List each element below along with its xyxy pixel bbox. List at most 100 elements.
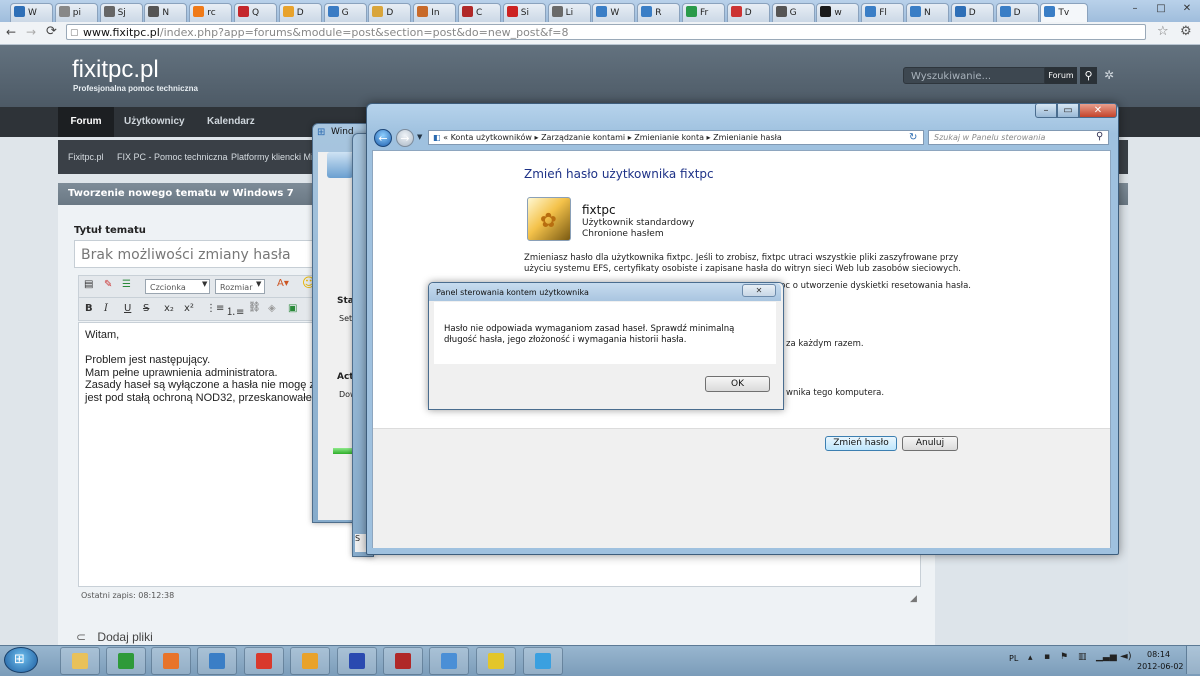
- source-icon[interactable]: ▤: [84, 279, 93, 290]
- breadcrumb-item[interactable]: Platformy kliencki Mic: [231, 140, 318, 174]
- maximize-icon[interactable]: ▭: [1057, 103, 1079, 118]
- action-center-icon[interactable]: ⚑: [1060, 652, 1068, 662]
- image-icon[interactable]: ▣: [288, 303, 297, 314]
- nav-forum[interactable]: Forum: [58, 107, 114, 137]
- forward-icon[interactable]: →: [396, 129, 414, 147]
- browser-tab[interactable]: D: [726, 3, 770, 22]
- superscript-icon[interactable]: x²: [184, 303, 194, 314]
- strikethrough-icon[interactable]: S: [143, 303, 149, 314]
- browser-tab[interactable]: W: [10, 3, 53, 22]
- eraser-icon[interactable]: ✎: [104, 279, 112, 290]
- bullet-list-icon[interactable]: ⋮≡: [206, 303, 224, 314]
- browser-tab[interactable]: G: [771, 3, 815, 22]
- browser-tab[interactable]: G: [323, 3, 367, 22]
- tray-expand-icon[interactable]: ▴: [1028, 653, 1033, 663]
- start-button[interactable]: ⊞: [4, 647, 38, 673]
- cp-breadcrumb-item[interactable]: Konta użytkowników: [451, 133, 532, 142]
- reload-icon[interactable]: ⟳: [46, 24, 57, 39]
- browser-tab[interactable]: Q: [234, 3, 277, 22]
- forward-icon[interactable]: →: [26, 25, 36, 39]
- nav-users[interactable]: Użytkownicy: [124, 107, 185, 137]
- browser-tab[interactable]: R: [637, 3, 681, 22]
- browser-tab[interactable]: C: [458, 3, 501, 22]
- maximize-icon[interactable]: □: [1148, 0, 1174, 17]
- taskbar-button[interactable]: [106, 647, 146, 675]
- bookmark-star-icon[interactable]: ☆: [1157, 24, 1169, 39]
- show-desktop-button[interactable]: [1186, 646, 1200, 674]
- taskbar-button[interactable]: [383, 647, 423, 675]
- browser-tab[interactable]: Fr: [682, 3, 725, 22]
- tray-icon[interactable]: ▪: [1044, 652, 1050, 662]
- browser-tab[interactable]: Fl: [861, 3, 905, 22]
- search-icon[interactable]: ⚲: [1096, 131, 1103, 142]
- browser-tab[interactable]: N: [906, 3, 949, 22]
- browser-tab[interactable]: Sj: [99, 3, 143, 22]
- address-bar[interactable]: ▢ www.fixitpc.pl/index.php?app=forums&mo…: [66, 24, 1146, 40]
- browser-tab[interactable]: Tv: [1040, 3, 1089, 22]
- underline-icon[interactable]: U: [124, 303, 131, 314]
- minimize-icon[interactable]: –: [1035, 103, 1057, 118]
- site-search-input[interactable]: Wyszukiwanie...: [903, 67, 1045, 84]
- bold-icon[interactable]: B: [85, 303, 93, 314]
- taskbar-button[interactable]: [290, 647, 330, 675]
- subscript-icon[interactable]: x₂: [164, 303, 174, 314]
- browser-tab[interactable]: D: [368, 3, 412, 22]
- browser-tab[interactable]: pi: [54, 3, 98, 22]
- breadcrumb-item[interactable]: FIX PC - Pomoc techniczna: [117, 140, 228, 174]
- volume-icon[interactable]: ◄): [1120, 651, 1132, 662]
- ok-button[interactable]: OK: [705, 376, 770, 392]
- link-icon[interactable]: ⛓: [248, 302, 261, 313]
- browser-tab[interactable]: In: [413, 3, 457, 22]
- italic-icon[interactable]: I: [104, 303, 108, 314]
- browser-tab[interactable]: Li: [547, 3, 591, 22]
- list-icon[interactable]: ☰: [122, 279, 131, 290]
- browser-tab[interactable]: rc: [189, 3, 233, 22]
- control-panel-address-bar[interactable]: ◧ « Konta użytkowników ▸ Zarządzanie kon…: [428, 130, 924, 145]
- minimize-icon[interactable]: –: [1122, 0, 1148, 17]
- cp-breadcrumb-item[interactable]: Zarządzanie kontami: [541, 133, 625, 142]
- back-icon[interactable]: ←: [374, 129, 392, 147]
- control-panel-search[interactable]: Szukaj w Panelu sterowania: [928, 130, 1109, 145]
- cancel-button[interactable]: Anuluj: [902, 436, 958, 451]
- refresh-icon[interactable]: ↻: [909, 132, 917, 143]
- browser-tab[interactable]: Si: [502, 3, 546, 22]
- language-indicator[interactable]: PL: [1009, 654, 1018, 663]
- resize-handle-icon[interactable]: ◢: [910, 594, 917, 604]
- font-family-select[interactable]: Czcionka: [145, 279, 210, 294]
- chevron-down-icon[interactable]: ▼: [417, 133, 422, 141]
- browser-tab[interactable]: W: [592, 3, 636, 22]
- clock-time[interactable]: 08:14: [1147, 650, 1170, 659]
- taskbar-button[interactable]: [244, 647, 284, 675]
- cp-breadcrumb-item[interactable]: Zmienianie hasła: [713, 133, 782, 142]
- taskbar-button[interactable]: [60, 647, 100, 675]
- site-logo[interactable]: fixitpc.pl: [72, 56, 159, 84]
- search-icon[interactable]: ⚲: [1080, 67, 1097, 84]
- wrench-icon[interactable]: ⚙: [1180, 24, 1192, 39]
- text-color-icon[interactable]: A▾: [277, 278, 289, 289]
- browser-tab[interactable]: D: [995, 3, 1039, 22]
- settings-gear-icon[interactable]: ✲: [1104, 68, 1114, 82]
- close-icon[interactable]: ✕: [1079, 103, 1117, 118]
- clock-date[interactable]: 2012-06-02: [1137, 662, 1184, 671]
- cp-breadcrumb-item[interactable]: Zmienianie konta: [634, 133, 704, 142]
- taskbar-button[interactable]: [523, 647, 563, 675]
- close-icon[interactable]: ✕: [742, 284, 776, 297]
- browser-tab[interactable]: D: [278, 3, 322, 22]
- taskbar-button[interactable]: [429, 647, 469, 675]
- attach-files-link[interactable]: ⊂ Dodaj pliki: [76, 630, 153, 644]
- browser-tab[interactable]: N: [144, 3, 188, 22]
- search-scope-button[interactable]: Forum: [1045, 67, 1077, 84]
- browser-tab[interactable]: w: [816, 3, 860, 22]
- browser-tab[interactable]: D: [950, 3, 994, 22]
- breadcrumb-item[interactable]: Fixitpc.pl: [68, 140, 104, 174]
- unlink-icon[interactable]: ◈: [268, 303, 276, 314]
- close-icon[interactable]: ✕: [1174, 0, 1200, 17]
- network-tray-icon[interactable]: ▥: [1078, 652, 1087, 662]
- taskbar-button[interactable]: [476, 647, 516, 675]
- back-icon[interactable]: ←: [6, 25, 16, 39]
- numbered-list-icon[interactable]: ⒈≡: [226, 303, 244, 318]
- change-password-button[interactable]: Zmień hasło: [825, 436, 897, 451]
- signal-icon[interactable]: ▁▃▅: [1096, 652, 1117, 662]
- taskbar-button[interactable]: [151, 647, 191, 675]
- taskbar-button[interactable]: [197, 647, 237, 675]
